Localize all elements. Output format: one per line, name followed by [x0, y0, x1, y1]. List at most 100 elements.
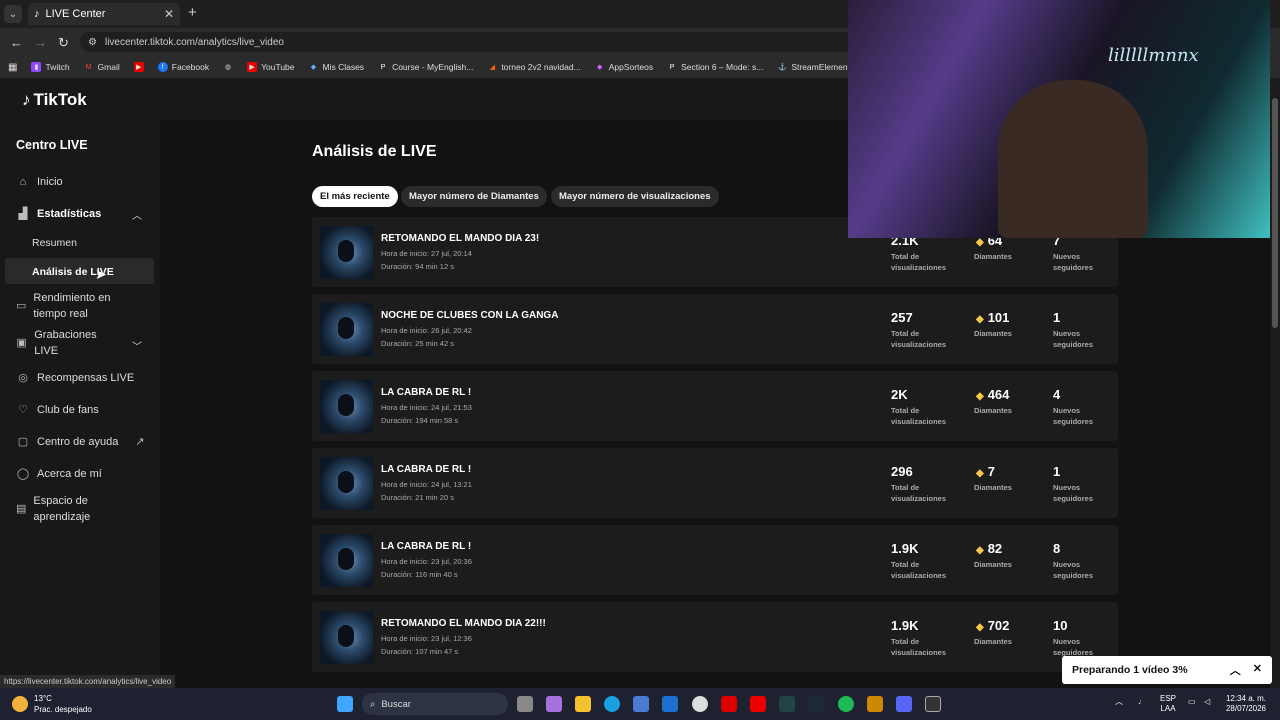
- bookmark-twitch[interactable]: ▮ Twitch: [31, 62, 70, 72]
- live-title: RETOMANDO EL MANDO DIA 23!: [381, 233, 540, 244]
- new-tab-icon[interactable]: +: [188, 4, 197, 21]
- store-icon[interactable]: [633, 696, 649, 712]
- close-icon[interactable]: ✕: [1253, 662, 1262, 678]
- edge-icon[interactable]: [604, 696, 620, 712]
- sidebar-item-club-fans[interactable]: ♡ Club de fans: [16, 402, 99, 418]
- sidebar-subitem-resumen[interactable]: Resumen: [32, 237, 77, 249]
- live-title: RETOMANDO EL MANDO DIA 22!!!: [381, 618, 546, 629]
- network-icon[interactable]: ▭: [1188, 697, 1196, 707]
- clock[interactable]: 12:34 a. m. 28/07/2026: [1224, 694, 1268, 714]
- language-indicator[interactable]: ESP LAA: [1160, 694, 1176, 714]
- external-link-icon: ↗: [135, 436, 145, 448]
- bookmark-facebook[interactable]: f Facebook: [157, 62, 209, 72]
- task-view-icon[interactable]: [517, 696, 533, 712]
- back-icon[interactable]: ←: [10, 35, 23, 50]
- chrome-icon[interactable]: [692, 696, 708, 712]
- scrollbar-thumb[interactable]: [1272, 98, 1278, 328]
- live-card[interactable]: RETOMANDO EL MANDO DIA 22!!! Hora de ini…: [312, 602, 1118, 672]
- filter-most-views[interactable]: Mayor número de visualizaciones: [551, 186, 719, 207]
- bookmark-gmail[interactable]: M Gmail: [84, 62, 120, 72]
- sidebar-title: Centro LIVE: [16, 138, 88, 152]
- scrollbar[interactable]: [1270, 78, 1280, 688]
- monitor-icon: ▭: [16, 300, 27, 312]
- apps-icon[interactable]: ▦: [8, 62, 17, 73]
- download-toast: Preparando 1 vídeo 3% ︿ ✕: [1062, 656, 1272, 684]
- help-icon: ▢: [17, 436, 29, 448]
- windows-start-icon[interactable]: [337, 696, 353, 712]
- live-duration: Duración: 94 min 12 s: [381, 262, 454, 271]
- home-icon: ⌂: [19, 176, 27, 188]
- netflix-icon[interactable]: [721, 696, 737, 712]
- tab-live-center[interactable]: ♪ LIVE Center ✕: [28, 3, 180, 25]
- app2-icon[interactable]: [867, 696, 883, 712]
- bookmark-youtube-small[interactable]: ▶: [133, 62, 144, 72]
- tray-chevron-icon[interactable]: ︿: [1115, 697, 1123, 707]
- weather-widget[interactable]: 13°C Prac. despejado: [12, 693, 92, 715]
- bookmark-course[interactable]: P Course - MyEnglish...: [378, 62, 474, 72]
- sidebar-item-estadisticas[interactable]: ▟ Estadísticas: [16, 206, 101, 222]
- bookmark-mis-clases[interactable]: ◆ Mis Clases: [309, 62, 364, 72]
- bookmark-section6[interactable]: P Section 6 – Mode: s...: [667, 62, 764, 72]
- youtube-icon[interactable]: [750, 696, 766, 712]
- tiktok-note-icon: ♪: [22, 90, 31, 109]
- app-icon[interactable]: [779, 696, 795, 712]
- tiktok-logo[interactable]: ♪ TikTok: [22, 90, 87, 110]
- chevron-up-icon[interactable]: ︿: [132, 207, 142, 222]
- spotify-icon[interactable]: [838, 696, 854, 712]
- live-thumbnail[interactable]: [320, 226, 373, 279]
- live-thumbnail[interactable]: [320, 380, 373, 433]
- filter-most-diamonds[interactable]: Mayor número de Diamantes: [401, 186, 547, 207]
- live-thumbnail[interactable]: [320, 534, 373, 587]
- outlook-icon[interactable]: [662, 696, 678, 712]
- bookmark-appsorteos[interactable]: ◆ AppSorteos: [595, 62, 653, 72]
- live-thumbnail[interactable]: [320, 611, 373, 664]
- live-thumbnail[interactable]: [320, 457, 373, 510]
- live-thumbnail[interactable]: [320, 303, 373, 356]
- sidebar-item-grabaciones[interactable]: ▣ Grabaciones LIVE: [16, 327, 106, 359]
- bookmark-globe[interactable]: ◍: [223, 62, 233, 72]
- mic-icon[interactable]: ♩: [1138, 697, 1146, 707]
- sidebar-item-centro-ayuda[interactable]: ▢ Centro de ayuda ↗: [16, 434, 145, 450]
- tab-search-icon[interactable]: ⌄: [4, 5, 22, 23]
- forward-icon[interactable]: →: [34, 35, 47, 50]
- sidebar-item-acerca[interactable]: ◯ Acerca de mí: [16, 466, 102, 482]
- views-label: Total de visualizaciones: [891, 252, 947, 272]
- views-label: Total de visualizaciones: [891, 329, 947, 349]
- reload-icon[interactable]: ↻: [58, 35, 69, 51]
- live-card[interactable]: NOCHE DE CLUBES CON LA GANGA Hora de ini…: [312, 294, 1118, 364]
- bookmark-youtube[interactable]: ▶ YouTube: [247, 62, 295, 72]
- sidebar-item-inicio[interactable]: ⌂ Inicio: [16, 174, 63, 190]
- weather-temp: 13°C: [34, 694, 52, 703]
- site-info-icon[interactable]: ⚙: [88, 37, 97, 48]
- bookmark-torneo[interactable]: ◢ torneo 2v2 navidad...: [487, 62, 581, 72]
- url-field[interactable]: ⚙ livecenter.tiktok.com/analytics/live_v…: [80, 32, 860, 52]
- sidebar-item-recompensas[interactable]: ◎ Recompensas LIVE: [16, 370, 134, 386]
- volume-icon[interactable]: ◁: [1204, 697, 1210, 707]
- heart-icon: ♡: [18, 404, 28, 416]
- taskbar-search[interactable]: ⌕ Buscar: [362, 693, 508, 715]
- sidebar-item-rendimiento[interactable]: ▭ Rendimiento en tiempo real: [16, 290, 126, 322]
- live-card[interactable]: LA CABRA DE RL ! Hora de inicio: 24 jul,…: [312, 371, 1118, 441]
- chevron-down-icon[interactable]: ﹀: [132, 338, 142, 353]
- live-card[interactable]: LA CABRA DE RL ! Hora de inicio: 24 jul,…: [312, 448, 1118, 518]
- views-value: 1.9K: [891, 618, 919, 633]
- mouse-cursor-icon: ➤: [95, 266, 107, 282]
- file-explorer-icon[interactable]: [575, 696, 591, 712]
- tab-close-icon[interactable]: ✕: [164, 7, 174, 21]
- diamonds-label: Diamantes: [974, 329, 1012, 338]
- diamond-icon: ◆: [976, 545, 984, 556]
- diamonds-stat: ◆ 82: [976, 541, 1002, 556]
- live-title: LA CABRA DE RL !: [381, 464, 472, 475]
- chevron-up-icon[interactable]: ︿: [1230, 662, 1241, 678]
- discord-icon[interactable]: [896, 696, 912, 712]
- filter-most-recent[interactable]: El más reciente: [312, 186, 398, 207]
- sidebar-item-espacio[interactable]: ▤ Espacio de aprendizaje: [16, 493, 116, 525]
- views-value: 296: [891, 464, 913, 479]
- coin-icon: ◎: [18, 372, 28, 384]
- followers-label: Nuevos seguidores: [1053, 483, 1094, 503]
- copilot-icon[interactable]: [546, 696, 562, 712]
- views-label: Total de visualizaciones: [891, 637, 947, 657]
- capcut-icon[interactable]: [925, 696, 941, 712]
- live-card[interactable]: LA CABRA DE RL ! Hora de inicio: 23 jul,…: [312, 525, 1118, 595]
- steam-icon[interactable]: [808, 696, 824, 712]
